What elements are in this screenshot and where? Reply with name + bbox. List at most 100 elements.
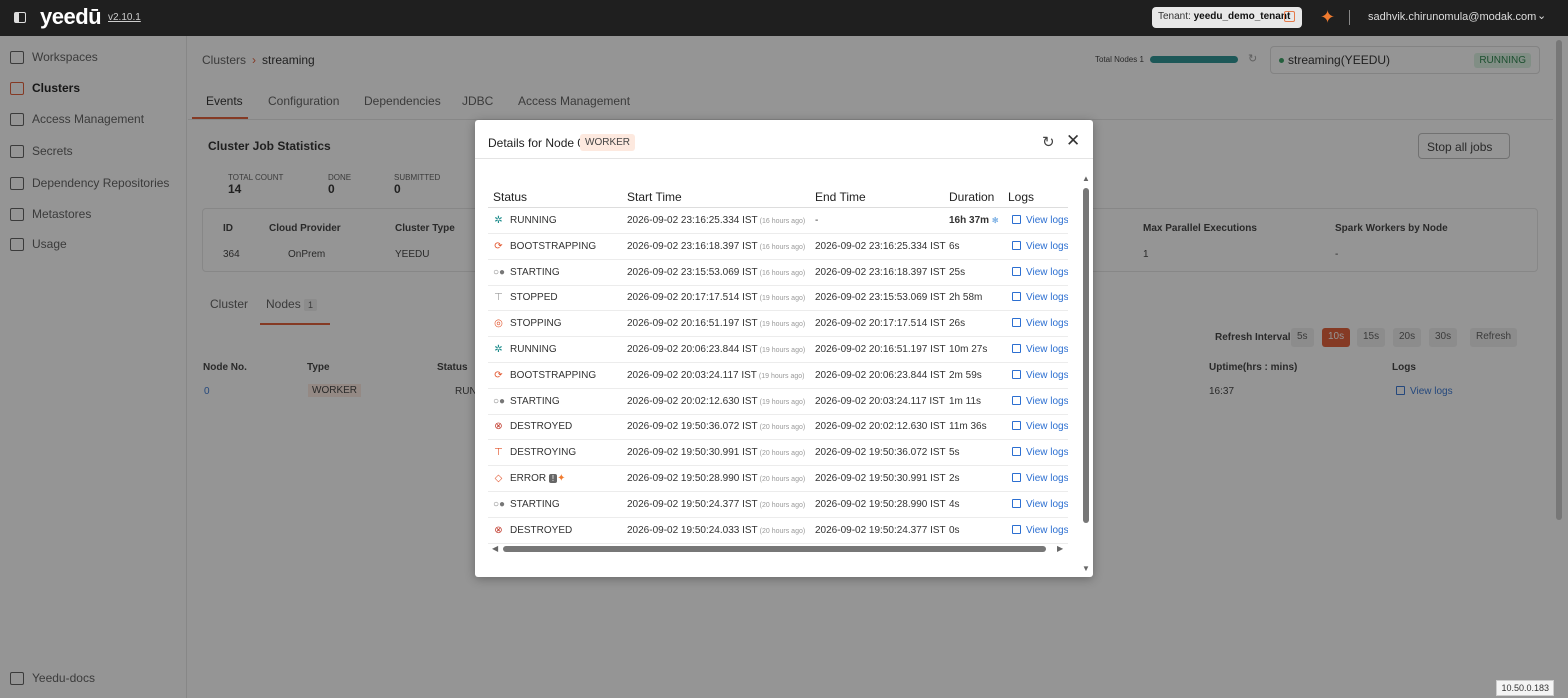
start-time-cell: 2026-09-02 20:02:12.630 IST (19 hours ago…	[627, 396, 805, 407]
start-time: 2026-09-02 20:16:51.197 IST	[627, 318, 758, 330]
divider	[475, 158, 1093, 159]
view-logs-link[interactable]: View logs	[1012, 369, 1068, 381]
modal-title: Details for Node 0	[488, 136, 585, 150]
table-row: ○● STARTING 2026-09-02 19:50:24.377 IST (20…	[488, 492, 1068, 518]
status-cell: ⊤ DESTROYING	[493, 447, 576, 458]
error-details-icon[interactable]: !	[548, 474, 558, 483]
start-time-cell: 2026-09-02 19:50:30.991 IST (20 hours ago…	[627, 447, 805, 458]
start-time: 2026-09-02 20:06:23.844 IST	[627, 344, 758, 355]
ai-spark-icon[interactable]: ✦	[1320, 7, 1335, 28]
duration-value: 2h 58m	[949, 292, 983, 304]
refresh-icon[interactable]: ↻	[1042, 133, 1055, 151]
starting-icon: ○●	[493, 395, 506, 407]
duration-value: 2s	[949, 473, 960, 484]
tenant-pill[interactable]: Tenant: yeedu_demo_tenant	[1152, 7, 1302, 28]
status-cell: ○● STARTING	[493, 267, 560, 278]
duration-cell: 2h 58m	[949, 292, 982, 303]
logs-icon	[1012, 266, 1021, 276]
end-time-cell: 2026-09-02 19:50:36.072 IST	[815, 447, 946, 459]
top-bar: yeedū v2.10.1 Tenant: yeedu_demo_tenant …	[0, 0, 1568, 36]
relative-time: (20 hours ago)	[759, 527, 806, 535]
view-logs-link[interactable]: View logs	[1012, 473, 1068, 484]
duration-cell: 11m 36s	[949, 421, 987, 432]
scroll-right-icon[interactable]: ▶	[1057, 544, 1063, 553]
view-logs-link[interactable]: View logs	[1012, 266, 1068, 278]
node-details-modal: Details for Node 0 WORKER ↻ ✕ Status Sta…	[475, 120, 1093, 577]
table-row: ✲ RUNNING 2026-09-02 20:06:23.844 IST (19 h…	[488, 337, 1068, 363]
table-row: ⊤ DESTROYING 2026-09-02 19:50:30.991 IST (2…	[488, 440, 1068, 467]
ai-spark-icon[interactable]: ✦	[557, 473, 565, 484]
start-time-cell: 2026-09-02 19:50:24.377 IST (20 hours ago…	[627, 499, 805, 510]
logs-icon	[1012, 215, 1021, 224]
stopping-icon: ◎	[494, 318, 503, 330]
starting-icon: ○●	[493, 266, 506, 278]
view-logs-link[interactable]: View logs	[1012, 395, 1068, 407]
end-time-cell: 2026-09-02 19:50:28.990 IST	[815, 498, 946, 510]
status-cell: ⊤ STOPPED	[493, 292, 557, 303]
chevron-down-icon[interactable]: ⌄	[1537, 9, 1546, 22]
close-icon[interactable]: ✕	[1066, 131, 1080, 151]
scroll-left-icon[interactable]: ◀	[492, 544, 498, 553]
page-scrollbar-thumb[interactable]	[1556, 40, 1562, 520]
start-time-cell: 2026-09-02 23:15:53.069 IST (16 hours ago…	[627, 267, 805, 278]
scroll-up-icon[interactable]: ▲	[1082, 174, 1090, 183]
duration-value: 26s	[949, 318, 966, 330]
modal-horizontal-scrollbar-thumb[interactable]	[503, 546, 1046, 552]
scroll-down-icon[interactable]: ▼	[1082, 564, 1090, 573]
view-logs-link[interactable]: View logs	[1012, 215, 1068, 226]
view-logs-label: View logs	[1026, 524, 1068, 536]
divider	[1349, 10, 1350, 25]
tenant-name: yeedu_demo_tenant	[1193, 11, 1291, 22]
view-logs-link[interactable]: View logs	[1012, 344, 1068, 355]
view-logs-label: View logs	[1026, 421, 1068, 433]
end-time-cell: 2026-09-02 23:15:53.069 IST	[815, 292, 946, 304]
view-logs-link[interactable]: View logs	[1012, 447, 1068, 458]
duration-cell: 2m 59s	[949, 370, 982, 381]
relative-time: (19 hours ago)	[758, 372, 805, 380]
view-logs-link[interactable]: View logs	[1012, 292, 1068, 303]
table-row: ⊤ STOPPED 2026-09-02 20:17:17.514 IST (19 h…	[488, 285, 1068, 312]
modal-vertical-scrollbar-thumb[interactable]	[1083, 188, 1089, 523]
modal-vertical-scrollbar[interactable]	[1083, 180, 1089, 530]
sidebar-toggle-icon[interactable]	[14, 12, 26, 23]
view-logs-link[interactable]: View logs	[1012, 524, 1068, 536]
logs-icon	[1012, 395, 1021, 405]
start-time: 2026-09-02 19:50:30.991 IST	[627, 447, 758, 459]
view-logs-link[interactable]: View logs	[1012, 240, 1068, 252]
table-row: ✲ RUNNING 2026-09-02 23:16:25.334 IST (16 h…	[488, 208, 1068, 234]
status-label: BOOTSTRAPPING	[510, 369, 597, 381]
end-time-cell: 2026-09-02 20:16:51.197 IST	[815, 344, 946, 355]
relative-time: (16 hours ago)	[759, 218, 806, 225]
duration-cell: 25s	[949, 267, 965, 278]
events-table: Status Start Time End Time Duration Logs…	[488, 180, 1068, 545]
status-label: STOPPING	[510, 318, 562, 330]
view-logs-link[interactable]: View logs	[1012, 498, 1068, 510]
view-logs-label: View logs	[1026, 318, 1068, 330]
status-cell: ◇ ERROR ! ✦	[493, 473, 566, 484]
version-link[interactable]: v2.10.1	[108, 12, 141, 23]
page-scrollbar[interactable]	[1553, 36, 1568, 574]
start-time-cell: 2026-09-02 19:50:36.072 IST (20 hours ago…	[627, 421, 805, 432]
start-time: 2026-09-02 20:03:24.117 IST	[627, 369, 757, 381]
duration-value: 16h 37m	[949, 215, 990, 226]
status-label: DESTROYING	[510, 447, 577, 459]
view-logs-link[interactable]: View logs	[1012, 318, 1068, 329]
relative-time: (20 hours ago)	[759, 450, 806, 458]
external-link-icon[interactable]	[1284, 11, 1295, 22]
table-row: ◎ STOPPING 2026-09-02 20:16:51.197 IST (19 …	[488, 311, 1068, 338]
status-cell: ○● STARTING	[493, 396, 560, 407]
status-cell: ⊗ DESTROYED	[493, 525, 572, 536]
view-logs-label: View logs	[1026, 292, 1068, 304]
view-logs-link[interactable]: View logs	[1012, 421, 1068, 432]
running-icon: ✲	[494, 215, 503, 226]
start-time: 2026-09-02 23:16:25.334 IST	[627, 215, 758, 226]
modal-backdrop-lower[interactable]	[0, 574, 1568, 698]
user-email[interactable]: sadhvik.chirunomula@modak.com	[1368, 11, 1536, 23]
view-logs-label: View logs	[1026, 240, 1068, 252]
start-time-cell: 2026-09-02 19:50:24.033 IST (20 hours ago…	[627, 525, 805, 536]
start-time: 2026-09-02 19:50:24.033 IST	[627, 524, 758, 536]
app-logo[interactable]: yeedū	[40, 4, 102, 30]
status-cell: ◎ STOPPING	[493, 318, 562, 330]
modal-horizontal-scrollbar[interactable]	[495, 546, 1065, 552]
duration-value: 11m 36s	[949, 421, 987, 433]
